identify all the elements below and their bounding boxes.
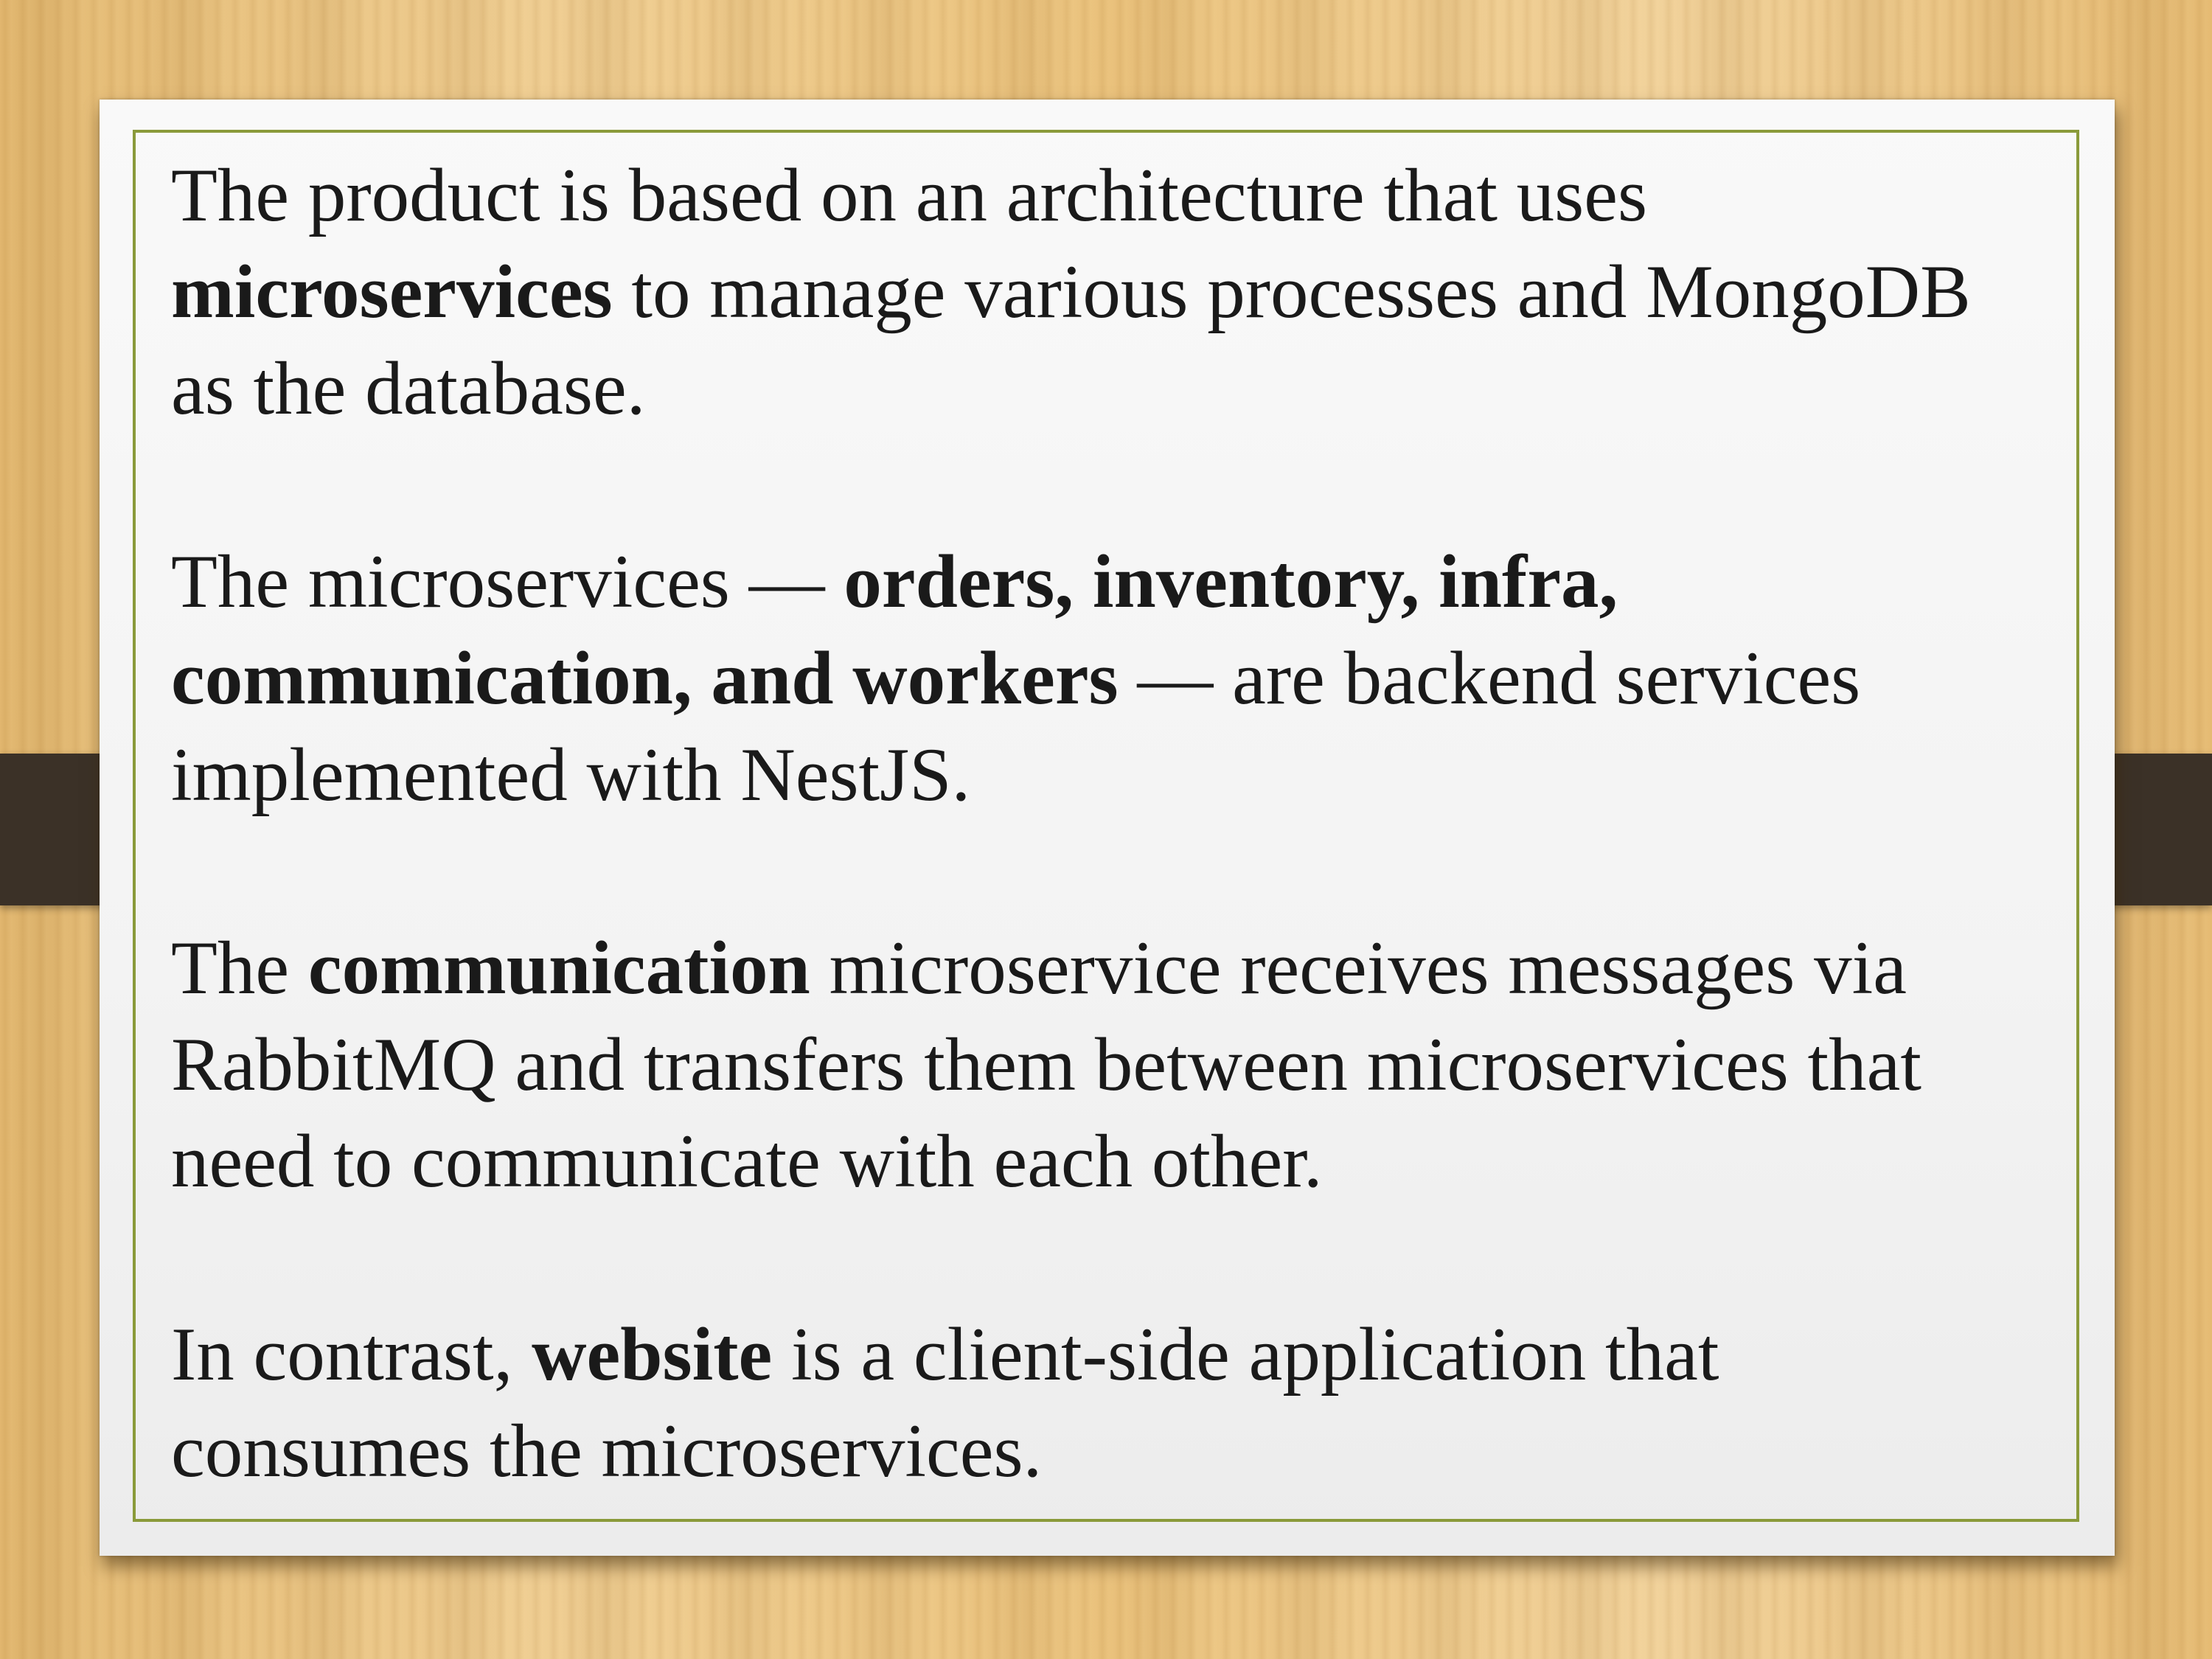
slide-content: The product is based on an architecture … <box>171 147 2059 1504</box>
paragraph-text: is a client-side application that <box>772 1312 1719 1397</box>
paragraph-text: implemented with NestJS. <box>171 733 971 817</box>
paragraph-microservices-list: The microservices — orders, inventory, i… <box>171 534 2059 824</box>
paragraph-architecture: The product is based on an architecture … <box>171 147 2059 437</box>
paragraph-text: In contrast, <box>171 1312 532 1397</box>
paragraph-text: as the database. <box>171 347 646 431</box>
paragraph-text: RabbitMQ and transfers them between micr… <box>171 1023 1921 1107</box>
paragraph-text: to manage various processes and MongoDB <box>612 250 1971 334</box>
paragraph-text: — are backend services <box>1118 636 1861 720</box>
paragraph-text: The <box>171 926 308 1010</box>
paragraph-text: need to communicate with each other. <box>171 1119 1323 1203</box>
bold-services-list: orders, inventory, infra, <box>844 540 1618 624</box>
bold-term-communication: communication <box>307 926 810 1010</box>
bold-term-microservices: microservices <box>171 250 613 334</box>
bold-services-list: communication, and workers <box>171 636 1119 720</box>
paragraph-communication: The communication microservice receives … <box>171 920 2059 1210</box>
paragraph-text: The microservices — <box>171 540 844 624</box>
paragraph-text: The product is based on an architecture … <box>171 153 1648 237</box>
paragraph-text: microservice receives messages via <box>810 926 1907 1010</box>
paragraph-website: In contrast, website is a client-side ap… <box>171 1307 2059 1500</box>
bold-term-website: website <box>532 1312 773 1397</box>
paragraph-text: consumes the microservices. <box>171 1409 1043 1493</box>
